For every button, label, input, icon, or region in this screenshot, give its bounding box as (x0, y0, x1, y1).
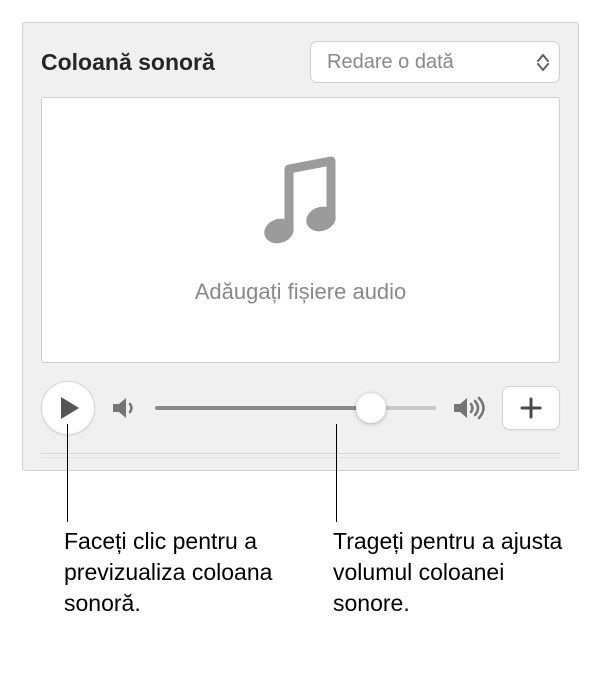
volume-high-icon (452, 395, 486, 421)
divider (41, 453, 560, 454)
dropzone-text: Adăugați fișiere audio (195, 279, 407, 305)
slider-fill (155, 406, 371, 410)
play-icon (59, 396, 81, 420)
playback-mode-dropdown[interactable]: Redare o dată (310, 41, 560, 83)
volume-slider[interactable] (155, 406, 436, 410)
music-note-icon (261, 155, 341, 255)
header-row: Coloană sonoră Redare o dată (41, 41, 560, 83)
audio-dropzone[interactable]: Adăugați fișiere audio (41, 97, 560, 363)
callout-line-play (67, 424, 68, 522)
callout-play-text: Faceți clic pentru a previzualiza coloan… (64, 526, 284, 619)
controls-row (41, 381, 560, 435)
dropdown-label: Redare o dată (327, 51, 454, 74)
updown-arrows-icon (537, 54, 549, 71)
volume-low-icon (111, 395, 139, 421)
plus-icon (519, 396, 543, 420)
callout-volume-text: Trageți pentru a ajusta volumul coloanei… (333, 526, 573, 619)
callout-line-volume (336, 424, 337, 522)
panel-title: Coloană sonoră (41, 49, 215, 76)
slider-thumb[interactable] (356, 393, 386, 423)
soundtrack-panel: Coloană sonoră Redare o dată Adăugați fi… (22, 22, 579, 471)
play-button[interactable] (41, 381, 95, 435)
add-button[interactable] (502, 386, 560, 430)
